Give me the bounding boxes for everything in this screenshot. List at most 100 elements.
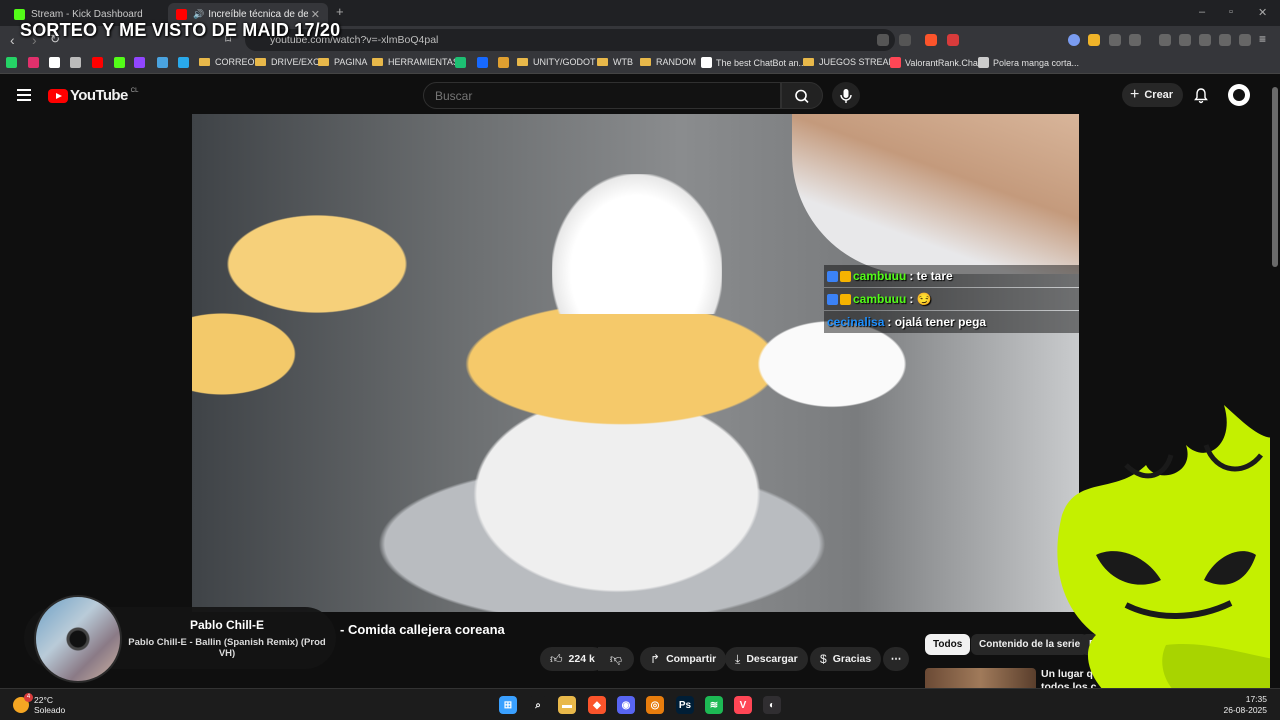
cast-icon[interactable] <box>877 34 889 46</box>
weather-description: Soleado <box>34 705 66 715</box>
notifications-button[interactable] <box>1193 87 1209 109</box>
valorant-icon[interactable]: V <box>734 696 752 714</box>
bookmark-item[interactable]: RANDOM <box>640 57 696 67</box>
hamburger-menu-icon[interactable] <box>17 89 31 104</box>
folder-icon <box>318 58 329 66</box>
create-label: Crear <box>1144 89 1174 101</box>
like-count: 224 k <box>568 653 595 665</box>
bookmark-item[interactable]: CORREO <box>199 57 255 67</box>
voice-search-button[interactable] <box>832 82 860 109</box>
bookmark-item[interactable]: WTB <box>597 57 633 67</box>
bookmark-item[interactable] <box>49 57 64 68</box>
obs-icon[interactable]: ◐ <box>763 696 781 714</box>
spotify-icon[interactable]: ≋ <box>705 696 723 714</box>
back-icon[interactable]: ‹ <box>10 32 15 48</box>
search-icon[interactable]: ⌕ <box>529 696 547 714</box>
chat-username: cambuuu <box>853 269 907 283</box>
bookmark-item[interactable] <box>28 57 43 68</box>
extensions-puzzle-icon[interactable] <box>1109 34 1121 46</box>
bookmark-label: ValorantRank.Chat <box>905 57 981 68</box>
media-icon[interactable] <box>1159 34 1171 46</box>
stream-chat-overlay: cambuuu: te tare cambuuu: 😏 cecinalisa: oj… <box>824 265 1079 334</box>
close-window-button[interactable]: ✕ <box>1258 6 1267 19</box>
chat-text: : ojalá tener pega <box>887 315 987 329</box>
new-tab-button[interactable]: + <box>336 4 344 19</box>
crown-badge-icon <box>840 293 851 305</box>
bookmark-item[interactable] <box>70 57 85 68</box>
bookmark-item[interactable] <box>157 57 172 68</box>
bookmark-item[interactable]: JUEGOS STREAM <box>803 57 896 67</box>
search-button[interactable] <box>781 82 823 109</box>
photoshop-icon[interactable]: Ps <box>676 696 694 714</box>
bookmark-label: The best ChatBot an... <box>716 57 807 68</box>
thanks-label: Gracias <box>832 653 872 665</box>
bookmark-item[interactable] <box>6 57 21 68</box>
video-player[interactable] <box>192 114 1079 612</box>
extension-icon[interactable] <box>1068 34 1080 46</box>
more-actions-button[interactable]: ⋯ <box>883 647 909 671</box>
bookmark-label: JUEGOS STREAM <box>819 57 897 67</box>
bookmark-item[interactable] <box>178 57 193 68</box>
youtube-icon <box>176 9 187 20</box>
dislike-button[interactable]: 👎︎ <box>598 647 634 671</box>
brave-rewards-icon[interactable] <box>947 34 959 46</box>
blender-icon[interactable]: ◎ <box>646 696 664 714</box>
system-clock[interactable]: 17:35 26-08-2025 <box>1224 694 1267 716</box>
folder-icon <box>597 58 608 66</box>
bookmark-item[interactable] <box>477 57 492 68</box>
bookmark-item[interactable]: ValorantRank.Chat <box>890 57 980 68</box>
vpn-icon[interactable] <box>1239 34 1251 46</box>
bookmark-label: HERRAMIENTAS <box>388 57 459 67</box>
chat-username: cambuuu <box>853 292 907 306</box>
chat-message: cambuuu: te tare <box>824 265 1079 287</box>
page-scrollbar[interactable] <box>1270 75 1280 688</box>
bookmark-item[interactable]: UNITY/GODOT <box>517 57 596 67</box>
video-frame-arm <box>792 114 1079 274</box>
file-explorer-icon[interactable]: ▬ <box>558 696 576 714</box>
thanks-button[interactable]: $ Gracias <box>810 647 882 671</box>
super-thanks-icon: $ <box>820 652 827 666</box>
sidebar-icon[interactable] <box>1179 34 1191 46</box>
minimize-button[interactable]: – <box>1199 6 1205 18</box>
folder-icon <box>372 58 383 66</box>
discord-icon[interactable]: ◉ <box>617 696 635 714</box>
youtube-icon <box>92 57 103 68</box>
extension-icon[interactable] <box>1088 34 1100 46</box>
bookmark-item[interactable] <box>114 57 129 68</box>
brave-icon[interactable]: ◆ <box>588 696 606 714</box>
search-input[interactable] <box>423 82 781 109</box>
youtube-logo[interactable]: YouTube CL <box>48 87 138 104</box>
share-button[interactable]: ↱ Compartir <box>640 647 727 671</box>
wallet-icon[interactable] <box>1199 34 1211 46</box>
reader-icon[interactable] <box>1129 34 1141 46</box>
bookmark-label: Polera manga corta... <box>993 57 1080 68</box>
download-button[interactable]: ⤓ Descargar <box>725 647 808 671</box>
bookmark-item[interactable] <box>455 57 470 68</box>
like-button[interactable]: 👍︎ 224 k <box>540 647 605 671</box>
leo-ai-icon[interactable] <box>1219 34 1231 46</box>
share-icon[interactable] <box>899 34 911 46</box>
album-cover-disc <box>34 595 122 683</box>
scrollbar-thumb[interactable] <box>1272 87 1278 267</box>
account-avatar[interactable] <box>1228 84 1250 106</box>
bookmark-item[interactable]: Polera manga corta... <box>978 57 1079 68</box>
whatsapp-icon <box>6 57 17 68</box>
fiverr-icon <box>455 57 466 68</box>
bookmark-item[interactable] <box>92 57 107 68</box>
brave-shields-icon[interactable] <box>925 34 937 46</box>
bookmark-item[interactable]: DRIVE/EXC <box>255 57 320 67</box>
create-button[interactable]: + Crear <box>1122 83 1184 107</box>
bookmark-item[interactable] <box>498 57 513 68</box>
weather-widget[interactable]: 4 22°C Soleado <box>13 693 66 715</box>
windows-start-icon[interactable]: ⊞ <box>499 696 517 714</box>
bookmark-item[interactable]: HERRAMIENTAS <box>372 57 459 67</box>
crown-badge-icon <box>840 270 851 282</box>
bookmark-item[interactable] <box>134 57 149 68</box>
chip-todos[interactable]: Todos <box>925 634 971 655</box>
menu-icon[interactable]: ≡ <box>1259 32 1266 46</box>
url-bar[interactable]: youtube.com/watch?v=-xlmBoQ4pal <box>245 29 895 51</box>
bookmark-label: PAGINA <box>334 57 368 67</box>
bookmark-item[interactable]: The best ChatBot an... <box>701 57 806 68</box>
bookmark-item[interactable]: PAGINA <box>318 57 367 67</box>
maximize-button[interactable]: ▫ <box>1229 6 1233 18</box>
